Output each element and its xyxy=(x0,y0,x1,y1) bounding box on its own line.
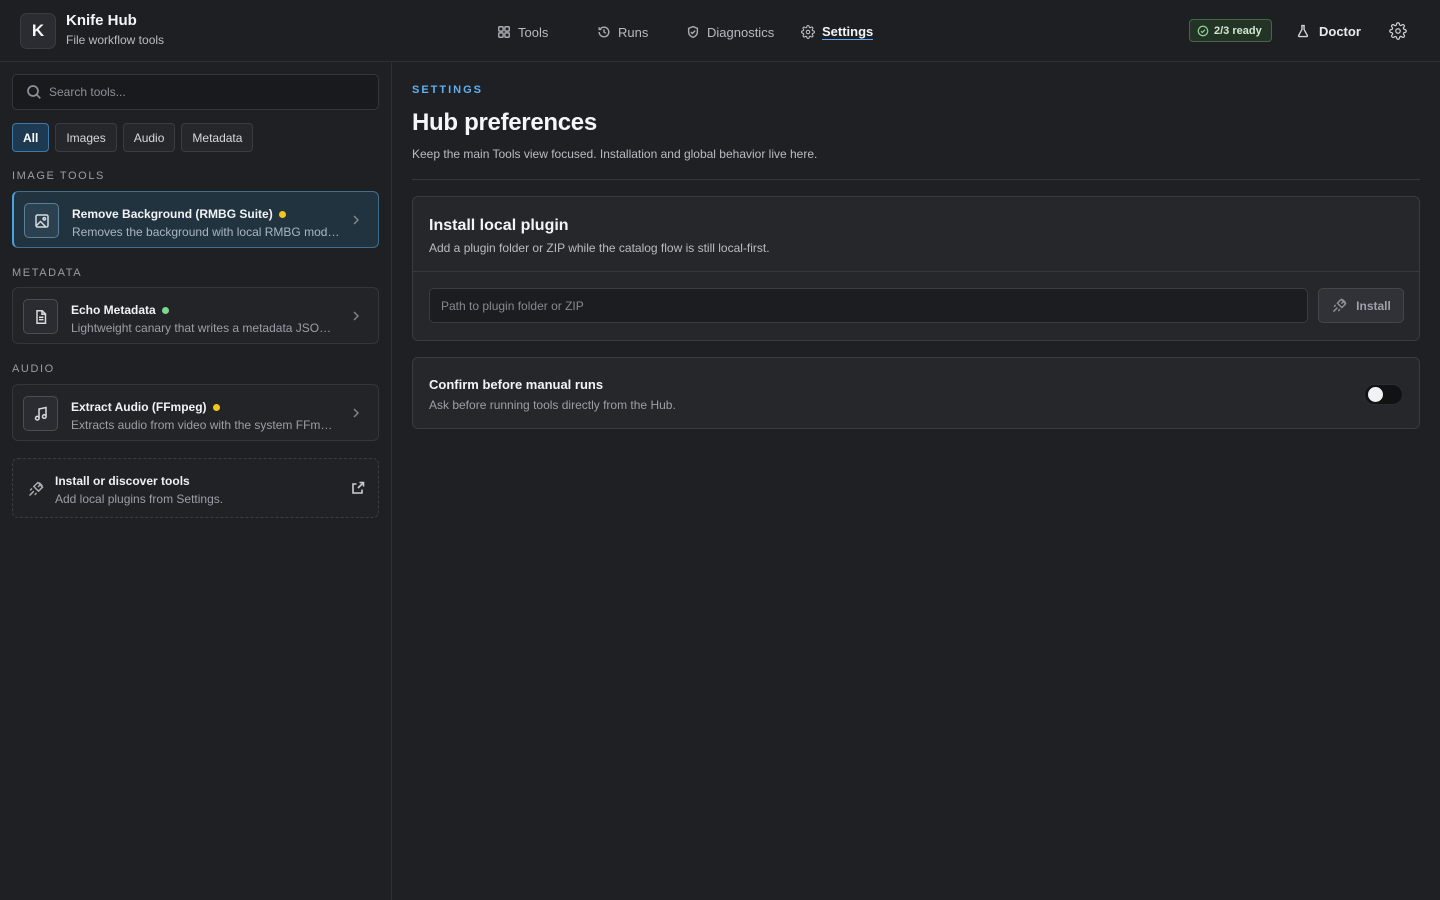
install-discover-card[interactable]: Install or discover tools Add local plug… xyxy=(12,458,379,518)
tab-diagnostics-label: Diagnostics xyxy=(707,24,775,40)
document-icon xyxy=(35,309,46,324)
app-subtitle: File workflow tools xyxy=(66,33,165,47)
install-button[interactable]: Install xyxy=(1318,288,1404,323)
section-label-audio: AUDIO xyxy=(12,363,55,375)
install-button-label: Install xyxy=(1356,298,1391,313)
install-card-subtitle: Add a plugin folder or ZIP while the cat… xyxy=(429,241,770,255)
tool-name-text: Extract Audio (FFmpeg) xyxy=(71,400,207,414)
grid-icon xyxy=(498,26,510,38)
tab-runs-label: Runs xyxy=(618,24,649,40)
gear-icon xyxy=(1389,22,1407,40)
tool-icon-box xyxy=(23,299,58,334)
status-dot xyxy=(212,403,220,411)
tab-settings-label: Settings xyxy=(822,24,874,40)
discover-subtitle: Add local plugins from Settings. xyxy=(55,492,224,506)
doctor-label: Doctor xyxy=(1319,23,1361,39)
tool-name-text: Remove Background (RMBG Suite) xyxy=(72,207,273,221)
tool-icon-box xyxy=(24,203,59,238)
shield-check-icon xyxy=(687,25,699,39)
settings-gear-button[interactable] xyxy=(1389,22,1407,40)
confirm-runs-title: Confirm before manual runs xyxy=(429,377,604,392)
chevron-right-icon xyxy=(350,406,362,420)
tool-name-text: Echo Metadata xyxy=(71,303,156,317)
app-logo: K xyxy=(20,13,56,49)
gear-icon xyxy=(801,25,815,39)
brand-text: Knife Hub File workflow tools xyxy=(66,12,165,48)
ready-status-text: 2/3 ready xyxy=(1214,24,1262,37)
doctor-button[interactable]: Doctor xyxy=(1296,21,1361,41)
page-title: Hub preferences xyxy=(412,109,597,136)
tool-card-echo-metadata[interactable]: Echo Metadata Lightweight canary that wr… xyxy=(12,287,379,344)
tool-description: Removes the background with local RMBG m… xyxy=(72,225,340,239)
search-box xyxy=(12,74,379,110)
ready-status-badge[interactable]: 2/3 ready xyxy=(1189,19,1272,42)
tab-tools[interactable]: Tools xyxy=(497,22,548,42)
tab-runs[interactable]: Runs xyxy=(597,22,648,42)
section-eyebrow: SETTINGS xyxy=(412,84,484,96)
plug-icon xyxy=(27,480,45,498)
tool-name: Extract Audio (FFmpeg) xyxy=(71,400,220,414)
confirm-runs-subtitle: Ask before running tools directly from t… xyxy=(429,398,676,412)
image-icon xyxy=(34,213,49,228)
tab-diagnostics[interactable]: Diagnostics xyxy=(686,22,774,42)
sidebar: All Images Audio Metadata IMAGE TOOLS Re… xyxy=(0,62,392,900)
toggle-knob xyxy=(1368,387,1383,402)
search-icon xyxy=(27,85,41,99)
filter-all[interactable]: All xyxy=(12,123,50,152)
tab-settings[interactable]: Settings xyxy=(801,22,874,42)
brand[interactable]: K Knife Hub File workflow tools xyxy=(20,12,165,49)
section-label-metadata: METADATA xyxy=(12,267,83,279)
tool-icon-box xyxy=(23,396,58,431)
app-title: Knife Hub xyxy=(66,12,137,29)
main-content: SETTINGS Hub preferences Keep the main T… xyxy=(392,62,1440,900)
install-plugin-card: Install local plugin Add a plugin folder… xyxy=(412,196,1420,341)
tool-card-extract-audio[interactable]: Extract Audio (FFmpeg) Extracts audio fr… xyxy=(12,384,379,441)
chevron-right-icon xyxy=(350,213,362,227)
search-input[interactable] xyxy=(49,85,349,99)
top-bar: K Knife Hub File workflow tools Tools Ru… xyxy=(0,0,1440,62)
page-subtitle: Keep the main Tools view focused. Instal… xyxy=(412,147,818,161)
tool-name: Echo Metadata xyxy=(71,303,169,317)
filter-metadata[interactable]: Metadata xyxy=(181,123,254,152)
divider xyxy=(412,179,1420,180)
confirm-runs-toggle[interactable] xyxy=(1364,384,1403,405)
tool-name: Remove Background (RMBG Suite) xyxy=(72,207,286,221)
flask-icon xyxy=(1297,24,1309,38)
confirm-runs-card: Confirm before manual runs Ask before ru… xyxy=(412,357,1420,429)
chevron-right-icon xyxy=(350,309,362,323)
external-link-icon xyxy=(351,481,365,495)
check-circle-icon xyxy=(1197,25,1209,36)
status-dot xyxy=(278,210,286,218)
discover-title: Install or discover tools xyxy=(55,474,190,488)
music-icon xyxy=(34,406,47,421)
tool-description: Extracts audio from video with the syste… xyxy=(71,418,339,432)
status-dot xyxy=(161,306,169,314)
filter-audio[interactable]: Audio xyxy=(122,123,176,152)
tool-card-remove-background[interactable]: Remove Background (RMBG Suite) Removes t… xyxy=(12,191,379,248)
section-label-image-tools: IMAGE TOOLS xyxy=(12,170,105,182)
filter-images[interactable]: Images xyxy=(55,123,117,152)
history-icon xyxy=(598,26,610,38)
plugin-path-input[interactable] xyxy=(429,288,1308,323)
tab-tools-label: Tools xyxy=(518,24,549,40)
tool-description: Lightweight canary that writes a metadat… xyxy=(71,321,339,335)
card-divider xyxy=(413,271,1419,272)
filter-chips: All Images Audio Metadata xyxy=(12,123,259,152)
plug-icon xyxy=(1333,298,1347,313)
install-card-title: Install local plugin xyxy=(429,217,569,234)
